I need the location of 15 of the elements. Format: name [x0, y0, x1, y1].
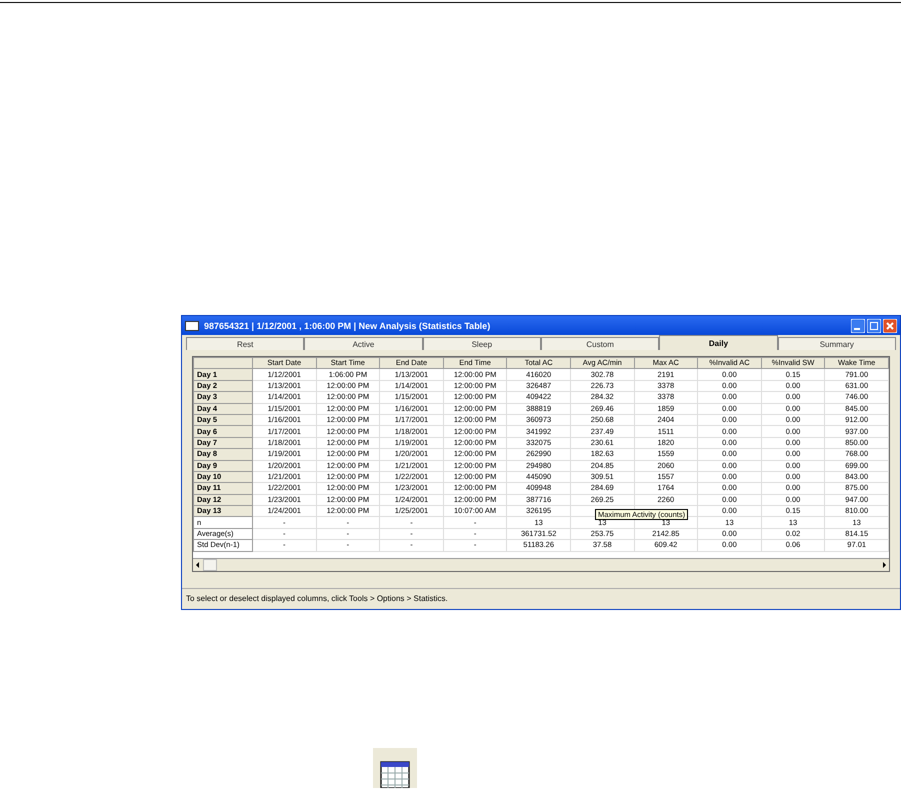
tab[interactable]: Active: [304, 337, 423, 350]
minimize-icon[interactable]: [851, 318, 865, 332]
tab[interactable]: Rest: [186, 337, 304, 350]
status-text: To select or deselect displayed columns, click Tools > Options > Statistics.: [186, 594, 448, 604]
maximize-icon[interactable]: [867, 318, 881, 332]
window-title: 987654321 | 1/12/2001 , 1:06:00 PM | New Analysis (Statistics Table): [204, 320, 490, 330]
scroll-thumb[interactable]: [203, 558, 217, 571]
tab[interactable]: Custom: [540, 337, 660, 350]
tab[interactable]: Sleep: [422, 337, 541, 350]
table-icon: [373, 748, 417, 788]
horizontal-scrollbar[interactable]: [193, 558, 889, 571]
tab[interactable]: Summary: [778, 337, 896, 350]
close-icon[interactable]: [883, 318, 897, 332]
window-icon: [185, 320, 199, 330]
tab[interactable]: Daily: [659, 335, 778, 350]
